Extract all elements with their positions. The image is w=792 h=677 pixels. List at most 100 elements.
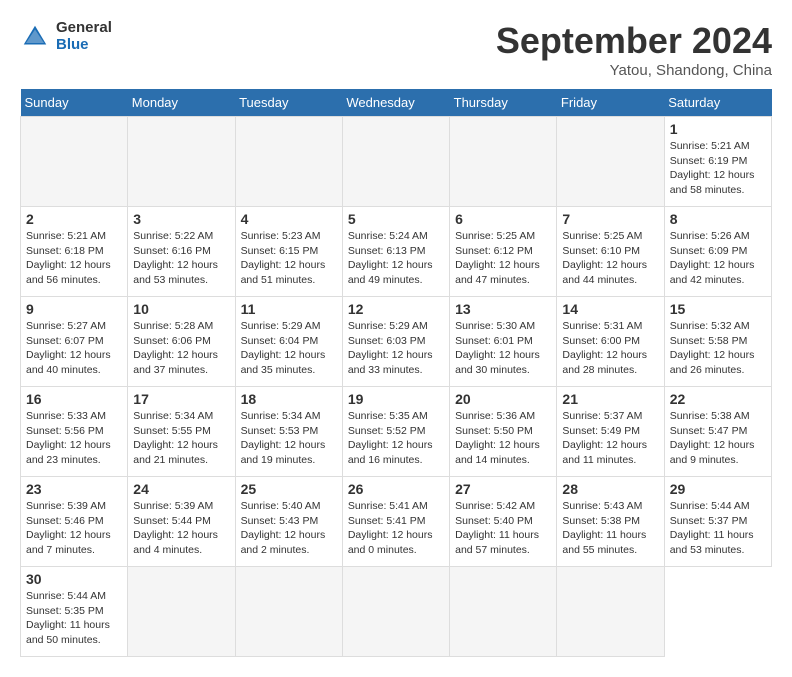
day-info: Sunrise: 5:27 AM Sunset: 6:07 PM Dayligh… [26, 319, 122, 378]
day-info: Sunrise: 5:22 AM Sunset: 6:16 PM Dayligh… [133, 229, 229, 288]
day-info: Sunrise: 5:44 AM Sunset: 5:37 PM Dayligh… [670, 499, 766, 558]
day-number: 18 [241, 391, 337, 407]
table-row [450, 117, 557, 207]
day-number: 30 [26, 571, 122, 587]
table-row: 16 Sunrise: 5:33 AM Sunset: 5:56 PM Dayli… [21, 387, 128, 477]
table-row: 24 Sunrise: 5:39 AM Sunset: 5:44 PM Dayli… [128, 477, 235, 567]
day-number: 25 [241, 481, 337, 497]
table-row: 23 Sunrise: 5:39 AM Sunset: 5:46 PM Dayli… [21, 477, 128, 567]
col-monday: Monday [128, 89, 235, 117]
day-number: 7 [562, 211, 658, 227]
month-title: September 2024 [496, 20, 772, 62]
table-row [21, 117, 128, 207]
col-friday: Friday [557, 89, 664, 117]
day-number: 24 [133, 481, 229, 497]
table-row: 3 Sunrise: 5:22 AM Sunset: 6:16 PM Daylig… [128, 207, 235, 297]
day-info: Sunrise: 5:34 AM Sunset: 5:53 PM Dayligh… [241, 409, 337, 468]
day-number: 21 [562, 391, 658, 407]
logo-blue-text: Blue [56, 37, 112, 54]
table-row: 29 Sunrise: 5:44 AM Sunset: 5:37 PM Dayli… [664, 477, 771, 567]
table-row: 6 Sunrise: 5:25 AM Sunset: 6:12 PM Daylig… [450, 207, 557, 297]
table-row: 10 Sunrise: 5:28 AM Sunset: 6:06 PM Dayli… [128, 297, 235, 387]
table-row: 9 Sunrise: 5:27 AM Sunset: 6:07 PM Daylig… [21, 297, 128, 387]
day-number: 11 [241, 301, 337, 317]
day-info: Sunrise: 5:29 AM Sunset: 6:04 PM Dayligh… [241, 319, 337, 378]
day-number: 9 [26, 301, 122, 317]
day-info: Sunrise: 5:30 AM Sunset: 6:01 PM Dayligh… [455, 319, 551, 378]
col-wednesday: Wednesday [342, 89, 449, 117]
logo-icon [20, 22, 50, 52]
location-subtitle: Yatou, Shandong, China [496, 62, 772, 79]
col-tuesday: Tuesday [235, 89, 342, 117]
day-number: 14 [562, 301, 658, 317]
day-info: Sunrise: 5:35 AM Sunset: 5:52 PM Dayligh… [348, 409, 444, 468]
day-info: Sunrise: 5:24 AM Sunset: 6:13 PM Dayligh… [348, 229, 444, 288]
day-info: Sunrise: 5:39 AM Sunset: 5:44 PM Dayligh… [133, 499, 229, 558]
day-number: 15 [670, 301, 766, 317]
table-row: 27Sunrise: 5:42 AM Sunset: 5:40 PM Dayli… [450, 477, 557, 567]
table-row: 13 Sunrise: 5:30 AM Sunset: 6:01 PM Dayli… [450, 297, 557, 387]
table-row [128, 117, 235, 207]
table-row: 8 Sunrise: 5:26 AM Sunset: 6:09 PM Daylig… [664, 207, 771, 297]
day-info: Sunrise: 5:39 AM Sunset: 5:46 PM Dayligh… [26, 499, 122, 558]
day-number: 12 [348, 301, 444, 317]
calendar-row: 2Sunrise: 5:21 AM Sunset: 6:18 PM Daylig… [21, 207, 772, 297]
table-row: 4 Sunrise: 5:23 AM Sunset: 6:15 PM Daylig… [235, 207, 342, 297]
table-row [557, 117, 664, 207]
day-info: Sunrise: 5:25 AM Sunset: 6:12 PM Dayligh… [455, 229, 551, 288]
day-number: 10 [133, 301, 229, 317]
table-row: 14 Sunrise: 5:31 AM Sunset: 6:00 PM Dayli… [557, 297, 664, 387]
day-info: Sunrise: 5:32 AM Sunset: 5:58 PM Dayligh… [670, 319, 766, 378]
calendar-table: Sunday Monday Tuesday Wednesday Thursday… [20, 89, 772, 657]
calendar-row: 23 Sunrise: 5:39 AM Sunset: 5:46 PM Dayli… [21, 477, 772, 567]
day-info: Sunrise: 5:40 AM Sunset: 5:43 PM Dayligh… [241, 499, 337, 558]
table-row: 20 Sunrise: 5:36 AM Sunset: 5:50 PM Dayli… [450, 387, 557, 477]
calendar-row: 9 Sunrise: 5:27 AM Sunset: 6:07 PM Daylig… [21, 297, 772, 387]
table-row: 18 Sunrise: 5:34 AM Sunset: 5:53 PM Dayli… [235, 387, 342, 477]
day-info: Sunrise: 5:33 AM Sunset: 5:56 PM Dayligh… [26, 409, 122, 468]
day-info: Sunrise: 5:23 AM Sunset: 6:15 PM Dayligh… [241, 229, 337, 288]
day-number: 8 [670, 211, 766, 227]
col-thursday: Thursday [450, 89, 557, 117]
day-info: Sunrise: 5:26 AM Sunset: 6:09 PM Dayligh… [670, 229, 766, 288]
day-info: Sunrise: 5:28 AM Sunset: 6:06 PM Dayligh… [133, 319, 229, 378]
day-number: 26 [348, 481, 444, 497]
day-number: 6 [455, 211, 551, 227]
table-row: 19 Sunrise: 5:35 AM Sunset: 5:52 PM Dayli… [342, 387, 449, 477]
day-info: Sunrise: 5:21 AM Sunset: 6:19 PM Dayligh… [670, 139, 766, 198]
day-number: 4 [241, 211, 337, 227]
day-number: 17 [133, 391, 229, 407]
day-number: 5 [348, 211, 444, 227]
calendar-row: 1 Sunrise: 5:21 AM Sunset: 6:19 PM Daylig… [21, 117, 772, 207]
day-number: 13 [455, 301, 551, 317]
table-row: 11 Sunrise: 5:29 AM Sunset: 6:04 PM Dayli… [235, 297, 342, 387]
table-row: 1 Sunrise: 5:21 AM Sunset: 6:19 PM Daylig… [664, 117, 771, 207]
table-row: 7Sunrise: 5:25 AM Sunset: 6:10 PM Daylig… [557, 207, 664, 297]
logo-general-text: General [56, 20, 112, 37]
calendar-header-row: Sunday Monday Tuesday Wednesday Thursday… [21, 89, 772, 117]
day-info: Sunrise: 5:44 AM Sunset: 5:35 PM Dayligh… [26, 589, 122, 648]
table-row: 2Sunrise: 5:21 AM Sunset: 6:18 PM Daylig… [21, 207, 128, 297]
day-number: 27 [455, 481, 551, 497]
col-sunday: Sunday [21, 89, 128, 117]
day-number: 1 [670, 121, 766, 137]
day-info: Sunrise: 5:29 AM Sunset: 6:03 PM Dayligh… [348, 319, 444, 378]
table-row: 25 Sunrise: 5:40 AM Sunset: 5:43 PM Dayli… [235, 477, 342, 567]
day-number: 2 [26, 211, 122, 227]
day-number: 29 [670, 481, 766, 497]
table-row: 5 Sunrise: 5:24 AM Sunset: 6:13 PM Daylig… [342, 207, 449, 297]
day-number: 20 [455, 391, 551, 407]
day-info: Sunrise: 5:31 AM Sunset: 6:00 PM Dayligh… [562, 319, 658, 378]
day-info: Sunrise: 5:37 AM Sunset: 5:49 PM Dayligh… [562, 409, 658, 468]
day-number: 3 [133, 211, 229, 227]
day-info: Sunrise: 5:38 AM Sunset: 5:47 PM Dayligh… [670, 409, 766, 468]
table-row [342, 117, 449, 207]
table-row: 21 Sunrise: 5:37 AM Sunset: 5:49 PM Dayli… [557, 387, 664, 477]
day-number: 23 [26, 481, 122, 497]
day-info: Sunrise: 5:41 AM Sunset: 5:41 PM Dayligh… [348, 499, 444, 558]
title-block: September 2024 Yatou, Shandong, China [496, 20, 772, 79]
day-info: Sunrise: 5:36 AM Sunset: 5:50 PM Dayligh… [455, 409, 551, 468]
day-number: 16 [26, 391, 122, 407]
day-number: 19 [348, 391, 444, 407]
day-info: Sunrise: 5:34 AM Sunset: 5:55 PM Dayligh… [133, 409, 229, 468]
